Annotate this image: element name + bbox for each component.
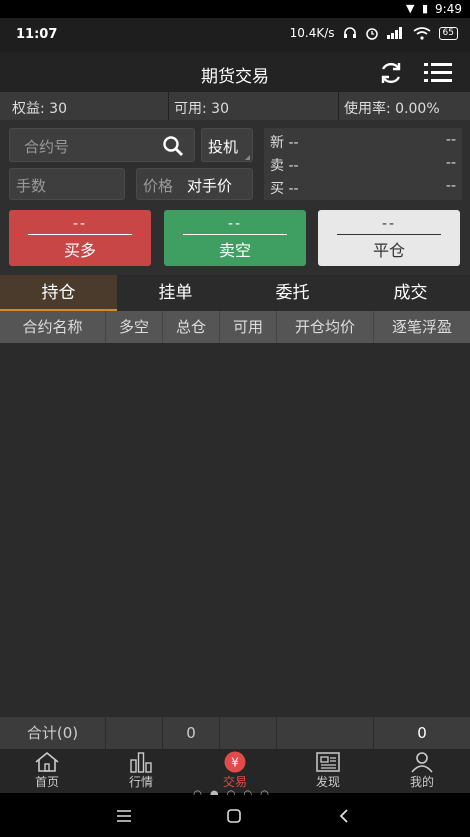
quote-left-value: --: [288, 181, 299, 197]
quote-label: 卖: [270, 158, 284, 174]
svg-text:¥: ¥: [231, 756, 239, 770]
quote-left-value: --: [288, 135, 299, 151]
nav-label: 我的: [409, 775, 434, 789]
tab-positions[interactable]: 持仓: [0, 275, 117, 311]
home-icon: [35, 751, 59, 772]
home-button-icon[interactable]: [226, 808, 242, 824]
buy-price: --: [72, 216, 88, 232]
nav-label: 交易: [222, 775, 247, 789]
tab-bar: 持仓 挂单 委托 成交: [0, 275, 470, 311]
equity-text: 权益: 30: [12, 101, 67, 117]
wifi-icon: ▼ ▮: [405, 2, 430, 15]
usage-rate-text: 使用率: 0.00%: [344, 101, 440, 117]
nav-home[interactable]: 首页: [17, 751, 77, 790]
summary-cell: [277, 717, 374, 749]
price-label: 价格: [143, 177, 174, 195]
account-info-bar: 权益: 30 可用: 30 使用率: 0.00%: [0, 92, 470, 120]
yen-icon: ¥: [224, 751, 246, 773]
column-avg-open-price: 开仓均价: [277, 311, 374, 343]
headset-icon: [343, 27, 356, 38]
net-speed: 10.4K/s: [289, 26, 335, 40]
tab-trades[interactable]: 成交: [352, 275, 469, 311]
type-label: 投机: [208, 138, 239, 156]
positions-table-body: [0, 343, 470, 717]
column-available: 可用: [220, 311, 277, 343]
summary-row: 合计(0) 0 0: [0, 717, 470, 749]
buy-label: 买多: [63, 241, 96, 260]
system-time: 9:49: [435, 2, 462, 16]
quote-right-value: --: [445, 178, 456, 194]
tab-pending[interactable]: 挂单: [117, 275, 234, 311]
menu-icon[interactable]: [424, 62, 452, 84]
divider: [28, 234, 132, 235]
summary-total-pnl: 0: [417, 724, 427, 742]
column-direction: 多空: [106, 311, 163, 343]
divider: [337, 234, 441, 235]
column-floating-pnl: 逐笔浮盈: [391, 318, 452, 336]
close-price: --: [381, 216, 397, 232]
signal-icon: [386, 27, 402, 39]
user-icon: [411, 752, 433, 773]
nav-label: 首页: [34, 775, 59, 789]
chart-bars-icon: [130, 752, 152, 773]
bottom-nav: 首页 行情 ¥ 交易 发现 我的: [0, 749, 470, 793]
quote-right-value: --: [445, 155, 456, 171]
speculation-select[interactable]: 投机: [201, 128, 253, 162]
refresh-icon[interactable]: [378, 60, 404, 86]
available-text: 可用: 30: [174, 101, 229, 117]
nav-label: 发现: [315, 775, 340, 789]
status-bar: 11:07 10.4K/s 65: [0, 18, 470, 52]
nav-trade[interactable]: ¥ 交易: [205, 751, 265, 790]
buy-long-button[interactable]: -- 买多: [9, 210, 151, 266]
nav-mine[interactable]: 我的: [392, 751, 452, 790]
wifi-icon: [413, 26, 431, 40]
status-time: 11:07: [16, 27, 58, 42]
quantity-placeholder: 手数: [16, 177, 47, 195]
divider: [183, 234, 287, 235]
positions-table-header: 合约名称 多空 总仓 可用 开仓均价 逐笔浮盈: [0, 311, 470, 343]
quote-row-latest: 新 -- --: [270, 132, 456, 152]
recent-apps-icon[interactable]: [116, 809, 132, 823]
tab-orders[interactable]: 委托: [234, 275, 351, 311]
system-status-bar: ▼ ▮ 9:49: [0, 0, 470, 18]
close-position-button[interactable]: -- 平仓: [318, 210, 460, 266]
back-icon[interactable]: [338, 808, 350, 824]
divider: [168, 92, 169, 120]
nav-label: 行情: [128, 775, 153, 789]
alarm-icon: [365, 28, 378, 40]
nav-market[interactable]: 行情: [111, 751, 171, 790]
column-contract-name: 合约名称: [0, 311, 106, 343]
summary-cell: [220, 717, 277, 749]
divider: [338, 92, 339, 120]
quote-label: 买: [270, 181, 284, 197]
sell-short-button[interactable]: -- 卖空: [164, 210, 306, 266]
app-bar: 期货交易: [0, 52, 470, 92]
system-nav-bar: [0, 795, 470, 837]
contract-input[interactable]: 合约号: [9, 128, 195, 162]
summary-total-qty: 0: [163, 717, 220, 749]
quote-label: 新: [270, 135, 284, 151]
summary-total-label: 合计(0): [0, 717, 106, 749]
price-select[interactable]: 价格 对手价: [136, 168, 253, 200]
price-value: 对手价: [187, 177, 233, 195]
quote-right-value: --: [445, 132, 456, 148]
summary-cell: [106, 717, 163, 749]
dropdown-corner-icon: [245, 155, 250, 160]
sell-label: 卖空: [218, 241, 251, 260]
quote-box: 新 -- -- 卖 -- -- 买 -- --: [264, 128, 462, 200]
column-total-position: 总仓: [163, 311, 220, 343]
quantity-input[interactable]: 手数: [9, 168, 125, 200]
search-icon[interactable]: [162, 135, 184, 157]
news-icon: [316, 752, 340, 772]
sell-price: --: [227, 216, 243, 232]
quote-row-ask: 卖 -- --: [270, 155, 456, 175]
contract-placeholder: 合约号: [24, 138, 70, 156]
nav-discover[interactable]: 发现: [298, 751, 358, 790]
quote-row-bid: 买 -- --: [270, 178, 456, 198]
close-label: 平仓: [372, 241, 405, 260]
quote-left-value: --: [288, 158, 299, 174]
battery-indicator: 65: [438, 26, 458, 40]
